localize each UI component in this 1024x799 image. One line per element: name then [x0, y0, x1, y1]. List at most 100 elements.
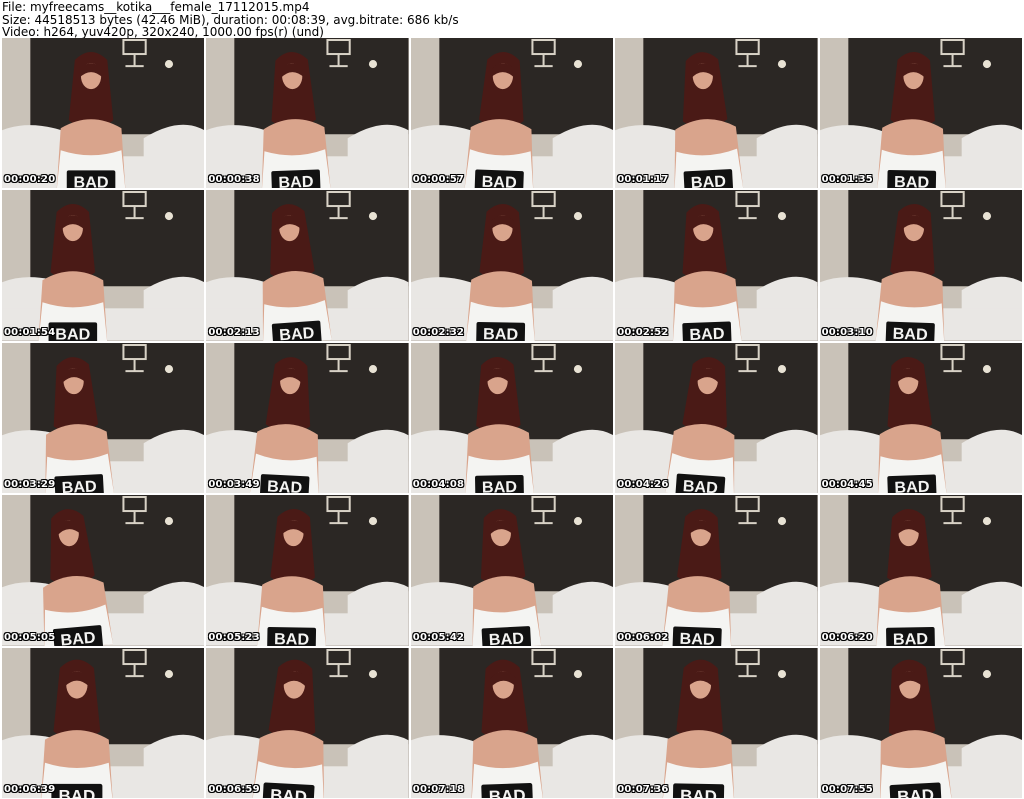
shirt-print-text: BAD — [58, 786, 95, 798]
thumbnail-timestamp: 00:03:29 — [4, 479, 56, 491]
frame-image: BAD — [206, 342, 409, 494]
frame-image: BAD — [819, 495, 1022, 646]
thumbnail-timestamp: 00:06:39 — [4, 783, 56, 795]
frame-image: BAD — [410, 342, 614, 494]
shirt-print-text: BAD — [55, 326, 90, 341]
video-thumbnail-23[interactable]: BAD 00:07:18 — [410, 647, 614, 798]
shirt-print-text: BAD — [483, 326, 518, 341]
shirt-print-text: BAD — [267, 477, 303, 493]
frame-image: BAD — [819, 190, 1022, 341]
frame-image: BAD — [206, 190, 409, 341]
thumbnail-timestamp: 00:01:54 — [4, 326, 56, 338]
video-thumbnail-16[interactable]: BAD 00:05:05 — [2, 495, 205, 646]
shirt-print-text: BAD — [278, 173, 314, 189]
frame-image: BAD — [206, 647, 409, 798]
video-thumbnail-14[interactable]: BAD 00:04:26 — [615, 342, 818, 494]
frame-image: BAD — [2, 647, 205, 798]
shirt-print-text: BAD — [274, 630, 309, 645]
thumbnail-timestamp: 00:00:38 — [208, 174, 260, 186]
video-thumbnail-24[interactable]: BAD 00:07:36 — [615, 647, 818, 798]
video-thumbnail-3[interactable]: BAD 00:00:57 — [410, 38, 614, 189]
thumbnail-timestamp: 00:07:18 — [412, 783, 465, 795]
shirt-print-text: BAD — [481, 173, 517, 189]
thumbnail-timestamp: 00:04:45 — [821, 479, 873, 491]
video-thumbnail-4[interactable]: BAD 00:01:17 — [615, 38, 818, 189]
video-info-line: Video: h264, yuv420p, 320x240, 1000.00 f… — [2, 25, 324, 39]
thumbnail-grid: BAD 00:00:20 BAD 00:00:38 BAD 00:00:57 B… — [2, 38, 1022, 798]
file-info-header: File: myfreecams__kotika___female_171120… — [2, 1, 1022, 39]
video-thumbnail-19[interactable]: BAD 00:06:02 — [615, 495, 818, 646]
thumbnail-timestamp: 00:06:02 — [617, 631, 669, 643]
frame-image: BAD — [615, 190, 818, 341]
shirt-print-text: BAD — [691, 172, 727, 188]
video-thumbnail-1[interactable]: BAD 00:00:20 — [2, 38, 205, 189]
thumbnail-timestamp: 00:05:23 — [208, 631, 260, 643]
thumbnail-timestamp: 00:05:05 — [4, 631, 56, 643]
shirt-print-text: BAD — [682, 477, 718, 493]
video-thumbnail-9[interactable]: BAD 00:02:52 — [615, 190, 818, 341]
frame-image: BAD — [615, 342, 818, 494]
frame-image: BAD — [2, 495, 205, 646]
thumbnail-timestamp: 00:01:35 — [821, 174, 873, 186]
thumbnail-timestamp: 00:03:49 — [208, 479, 260, 491]
video-thumbnail-18[interactable]: BAD 00:05:42 — [410, 495, 614, 646]
frame-image: BAD — [819, 647, 1022, 798]
file-name-line: File: myfreecams__kotika___female_171120… — [2, 0, 310, 14]
frame-image: BAD — [819, 38, 1022, 189]
video-thumbnail-7[interactable]: BAD 00:02:13 — [206, 190, 409, 341]
video-thumbnail-12[interactable]: BAD 00:03:49 — [206, 342, 409, 494]
thumbnail-timestamp: 00:07:55 — [821, 783, 873, 795]
frame-image: BAD — [410, 495, 614, 646]
shirt-print-text: BAD — [279, 324, 315, 340]
frame-image: BAD — [615, 647, 818, 798]
video-thumbnail-8[interactable]: BAD 00:02:32 — [410, 190, 614, 341]
thumbnail-timestamp: 00:01:17 — [617, 174, 669, 186]
shirt-print-text: BAD — [896, 785, 934, 798]
video-thumbnail-13[interactable]: BAD 00:04:08 — [410, 342, 614, 494]
thumbnail-timestamp: 00:00:57 — [412, 174, 465, 186]
video-thumbnail-22[interactable]: BAD 00:06:59 — [206, 647, 409, 798]
shirt-print-text: BAD — [482, 478, 517, 493]
shirt-print-text: BAD — [61, 477, 97, 493]
shirt-print-text: BAD — [894, 478, 930, 494]
shirt-print-text: BAD — [270, 785, 308, 798]
frame-image: BAD — [410, 38, 614, 189]
video-thumbnail-5[interactable]: BAD 00:01:35 — [819, 38, 1022, 189]
shirt-print-text: BAD — [892, 325, 928, 341]
video-thumbnail-17[interactable]: BAD 00:05:23 — [206, 495, 409, 646]
shirt-print-text: BAD — [488, 786, 525, 798]
video-thumbnail-25[interactable]: BAD 00:07:55 — [819, 647, 1022, 798]
video-thumbnail-20[interactable]: BAD 00:06:20 — [819, 495, 1022, 646]
video-thumbnail-11[interactable]: BAD 00:03:29 — [2, 342, 205, 494]
frame-image: BAD — [206, 38, 409, 189]
frame-image: BAD — [819, 342, 1022, 494]
thumbnail-timestamp: 00:07:36 — [617, 783, 669, 795]
frame-image: BAD — [410, 647, 614, 798]
thumbnail-timestamp: 00:06:59 — [208, 783, 260, 795]
frame-image: BAD — [2, 342, 205, 494]
thumbnail-timestamp: 00:04:26 — [617, 479, 669, 491]
shirt-print-text: BAD — [679, 630, 715, 646]
shirt-print-text: BAD — [680, 786, 717, 798]
shirt-print-text: BAD — [488, 630, 524, 646]
thumbnail-timestamp: 00:02:52 — [617, 326, 669, 338]
video-thumbnail-21[interactable]: BAD 00:06:39 — [2, 647, 205, 798]
shirt-print-text: BAD — [894, 173, 929, 188]
thumbnail-timestamp: 00:04:08 — [412, 479, 465, 491]
shirt-print-text: BAD — [892, 630, 927, 645]
frame-image: BAD — [2, 190, 205, 341]
thumbnail-timestamp: 00:06:20 — [821, 631, 873, 643]
frame-image: BAD — [2, 38, 205, 189]
video-thumbnail-10[interactable]: BAD 00:03:10 — [819, 190, 1022, 341]
video-thumbnail-15[interactable]: BAD 00:04:45 — [819, 342, 1022, 494]
thumbnail-timestamp: 00:03:10 — [821, 326, 873, 338]
frame-image: BAD — [206, 495, 409, 646]
thumbnail-timestamp: 00:05:42 — [412, 631, 465, 643]
shirt-print-text: BAD — [689, 325, 725, 341]
shirt-print-text: BAD — [74, 173, 109, 188]
video-thumbnail-2[interactable]: BAD 00:00:38 — [206, 38, 409, 189]
frame-image: BAD — [615, 38, 818, 189]
shirt-print-text: BAD — [60, 629, 97, 646]
video-thumbnail-6[interactable]: BAD 00:01:54 — [2, 190, 205, 341]
thumbnail-timestamp: 00:02:32 — [412, 326, 465, 338]
